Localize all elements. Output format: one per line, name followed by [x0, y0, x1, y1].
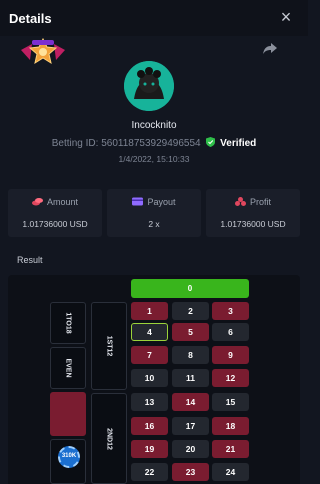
bet-even[interactable]: EVEN [50, 347, 86, 389]
number-cell-19[interactable]: 19 [131, 440, 168, 458]
stat-label-profit: Profit [249, 197, 271, 207]
bet-1st12-label: 1ST12 [105, 335, 113, 357]
number-cell-3[interactable]: 3 [212, 302, 249, 320]
betting-id-label: Betting ID: [51, 138, 99, 149]
number-cell-20[interactable]: 20 [172, 440, 209, 458]
betting-id-value: 560118753929496554 [101, 138, 201, 149]
number-cell-11[interactable]: 11 [172, 369, 209, 387]
stat-label-payout: Payout [147, 197, 176, 207]
bet-1to18[interactable]: 1TO18 [50, 302, 86, 344]
bet-2nd12[interactable]: 2ND12 [91, 393, 127, 484]
avatar-image [124, 61, 174, 111]
modal-title: Details [9, 11, 52, 26]
chip-label: 310K [61, 453, 77, 459]
bet-even-label: EVEN [64, 358, 72, 378]
stat-profit: Profit 1.01736000 USD [206, 189, 300, 237]
number-cell-4[interactable]: 4 [131, 323, 168, 341]
number-cell-22[interactable]: 22 [131, 463, 168, 481]
number-cell-1[interactable]: 1 [131, 302, 168, 320]
number-cell-13[interactable]: 13 [131, 393, 168, 411]
username: Incocknito [131, 120, 177, 131]
bet-datetime: 1/4/2022, 15:10:33 [118, 154, 190, 164]
close-icon[interactable]: × [278, 8, 294, 26]
number-cell-8[interactable]: 8 [172, 346, 209, 364]
number-cell-18[interactable]: 18 [212, 417, 249, 435]
stat-amount: Amount 1.01736000 USD [8, 189, 102, 237]
coins-icon [31, 198, 43, 206]
card-icon [132, 197, 144, 206]
number-cell-23[interactable]: 23 [172, 463, 209, 481]
stat-value-profit: 1.01736000 USD [220, 219, 286, 229]
result-label: Result [17, 255, 43, 265]
number-cell-16[interactable]: 16 [131, 417, 168, 435]
number-cell-24[interactable]: 24 [212, 463, 249, 481]
share-icon[interactable] [262, 40, 278, 56]
number-cell-17[interactable]: 17 [172, 417, 209, 435]
number-cell-6[interactable]: 6 [212, 323, 249, 341]
stat-value-payout: 2 x [148, 219, 160, 229]
verified-shield-icon [206, 137, 216, 147]
verified-label: Verified [220, 138, 257, 149]
bet-2nd12-label: 2ND12 [105, 427, 113, 450]
bet-red[interactable] [50, 392, 86, 436]
stat-value-amount: 1.01736000 USD [22, 219, 88, 229]
number-cell-2[interactable]: 2 [172, 302, 209, 320]
number-cell-9[interactable]: 9 [212, 346, 249, 364]
number-cell-15[interactable]: 15 [212, 393, 249, 411]
modal-header: Details × [0, 0, 308, 36]
chips-icon [234, 197, 246, 206]
bet-chip: 310K [58, 446, 80, 468]
number-cell-14[interactable]: 14 [172, 393, 209, 411]
stat-label-amount: Amount [46, 197, 79, 207]
roulette-board: 1TO18 EVEN 310K 1ST12 2ND12 0 1234567891… [8, 275, 300, 484]
number-cell-10[interactable]: 10 [131, 369, 168, 387]
number-cell-7[interactable]: 7 [131, 346, 168, 364]
avatar [124, 61, 174, 111]
number-cell-21[interactable]: 21 [212, 440, 249, 458]
rank-badge-icon [21, 38, 65, 65]
number-zero[interactable]: 0 [131, 279, 249, 298]
number-cell-5[interactable]: 5 [172, 323, 209, 341]
stats-row: Amount 1.01736000 USD Payout 2 x Profit … [8, 189, 300, 237]
stat-payout: Payout 2 x [107, 189, 201, 237]
betting-id-row: Betting ID: 560118753929496554 Verified [0, 137, 308, 149]
bet-odd[interactable]: 310K [50, 439, 86, 484]
bet-1st12[interactable]: 1ST12 [91, 302, 127, 390]
bet-1to18-label: 1TO18 [64, 312, 72, 334]
number-cell-12[interactable]: 12 [212, 369, 249, 387]
